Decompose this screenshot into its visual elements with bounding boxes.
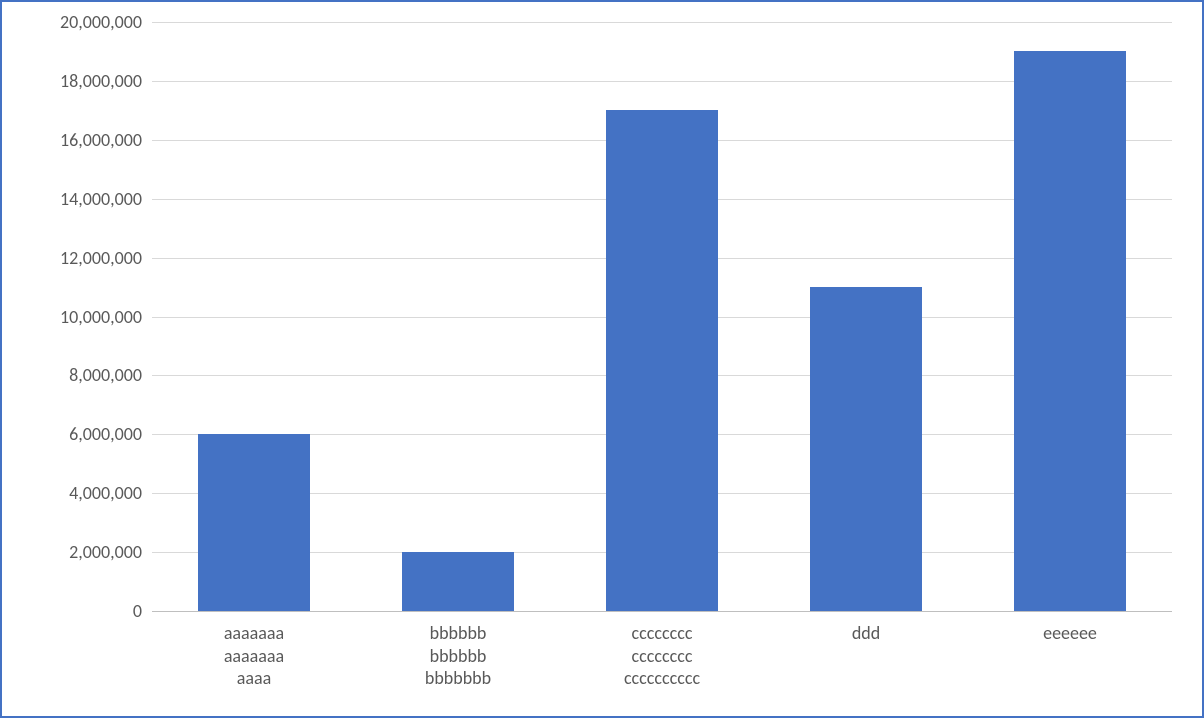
bar-slot	[560, 22, 764, 611]
bar	[402, 552, 514, 611]
bar-slot	[356, 22, 560, 611]
bar	[606, 110, 718, 611]
bar-slot	[968, 22, 1172, 611]
y-tick-label: 10,000,000	[12, 306, 152, 328]
x-axis-labels: aaaaaaa aaaaaaa aaaabbbbbb bbbbbb bbbbbb…	[152, 616, 1172, 716]
bar-slot	[152, 22, 356, 611]
bar	[1014, 51, 1126, 611]
y-tick-label: 8,000,000	[12, 364, 152, 386]
bar	[198, 434, 310, 611]
x-tick-label: bbbbbb bbbbbb bbbbbbb	[356, 622, 560, 690]
bar	[810, 287, 922, 611]
y-tick-label: 6,000,000	[12, 423, 152, 445]
y-tick-label: 2,000,000	[12, 541, 152, 563]
x-tick-label: cccccccc cccccccc cccccccccc	[560, 622, 764, 690]
x-tick-label: aaaaaaa aaaaaaa aaaa	[152, 622, 356, 690]
y-tick-label: 18,000,000	[12, 70, 152, 92]
y-tick-label: 16,000,000	[12, 129, 152, 151]
y-tick-label: 0	[12, 600, 152, 622]
y-tick-label: 14,000,000	[12, 188, 152, 210]
x-axis-baseline	[152, 611, 1172, 612]
plot-area: 02,000,0004,000,0006,000,0008,000,00010,…	[152, 22, 1172, 611]
x-tick-label: eeeeee	[968, 622, 1172, 645]
chart-frame: 0 2,000,000 4,000,000 6,000,000 8,000,000 10,…	[0, 0, 1204, 718]
y-tick-label: 12,000,000	[12, 247, 152, 269]
y-tick-label: 4,000,000	[12, 482, 152, 504]
x-tick-label: ddd	[764, 622, 968, 645]
y-tick-label: 20,000,000	[12, 11, 152, 33]
bar-slot	[764, 22, 968, 611]
